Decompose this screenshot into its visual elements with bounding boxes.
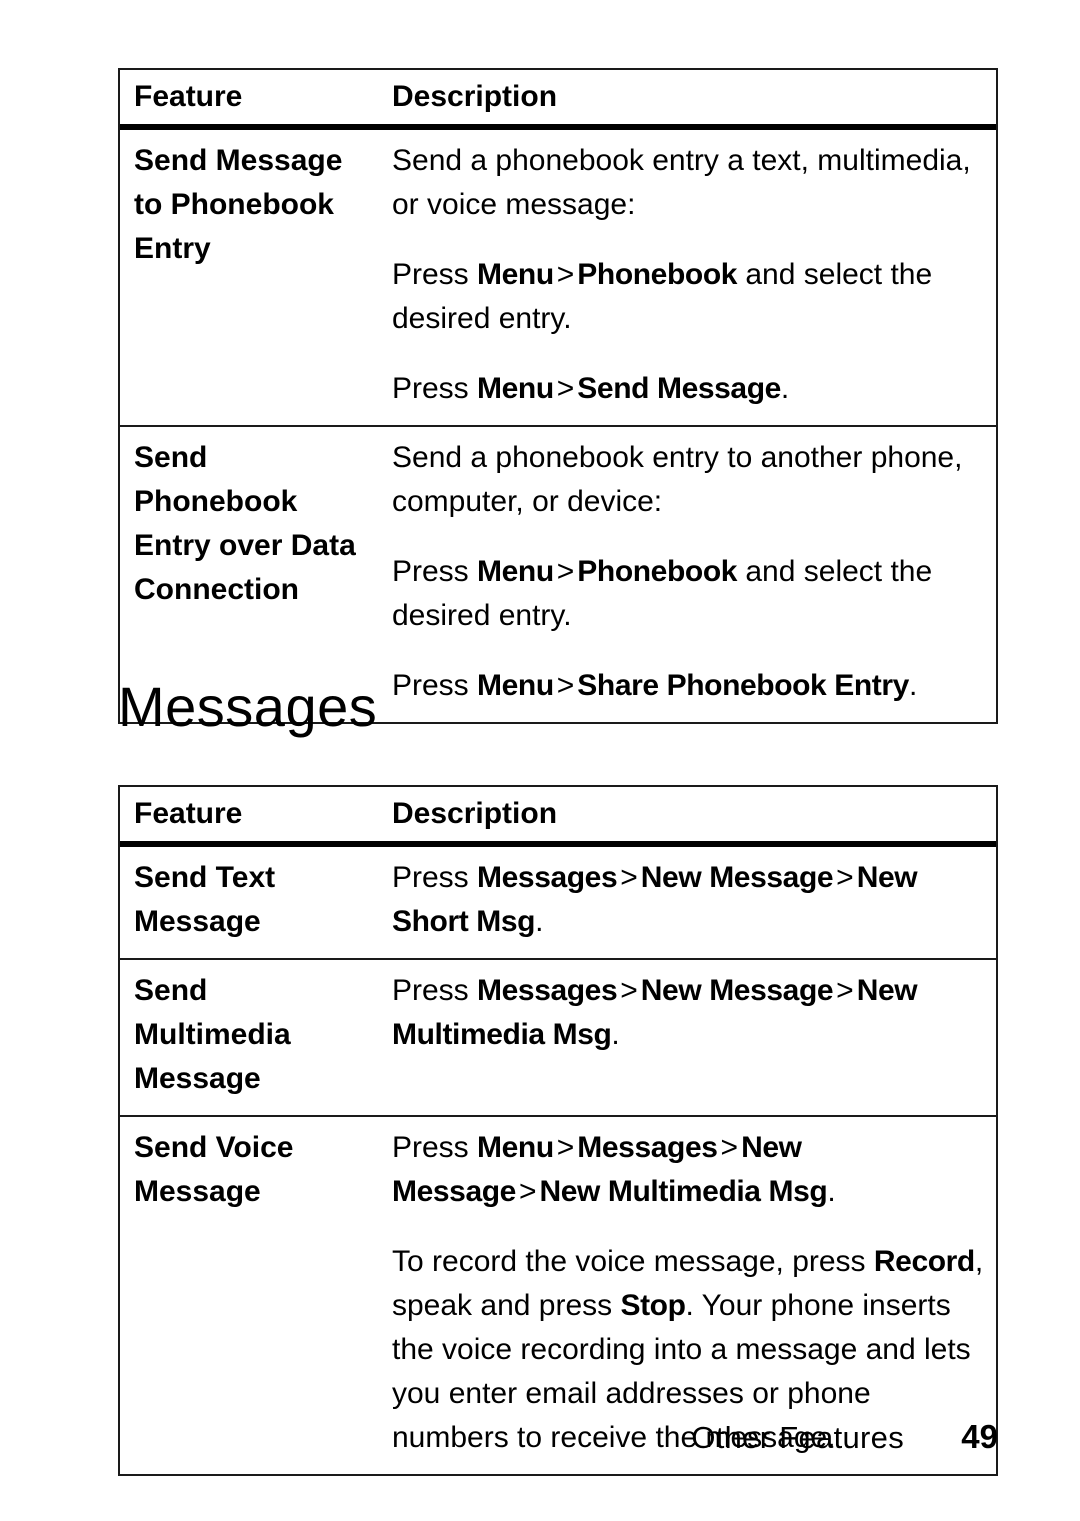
menu-path-token: New Message [640,861,834,894]
description-block: Send a phonebook entry to another phone,… [392,436,988,708]
description-text: Press [392,372,478,405]
section-heading-messages: Messages [118,675,378,738]
description-paragraph: Send a phonebook entry to another phone,… [392,436,988,524]
table-header-row: Feature Description [120,70,996,124]
document-page: Feature Description Send Message to Phoneb… [0,0,1080,1521]
menu-separator: > [556,1131,575,1164]
feature-cell: Send Message to Phonebook Entry [120,130,392,285]
menu-path-token: Menu [477,372,554,405]
menu-path-token: Messages [577,1131,718,1164]
column-header-description: Description [392,797,558,830]
description-paragraph: Send a phonebook entry a text, multimedi… [392,139,988,227]
feature-name: Send Multimedia Message [134,974,291,1095]
description-cell: Send a phonebook entry to another phone,… [392,427,996,722]
menu-path-token: New Message [640,974,834,1007]
column-header-feature: Feature [134,80,243,113]
menu-path-token: Messages [477,861,618,894]
menu-path-token: Stop [620,1289,686,1322]
description-paragraph: Press Menu > Phonebook and select the desi… [392,550,988,638]
phonebook-features-table: Feature Description Send Message to Phoneb… [118,68,998,724]
column-header-description-cell: Description [392,70,996,124]
description-text: To record the voice message, press [392,1245,874,1278]
menu-path-token: Record [873,1245,975,1278]
menu-path-token: Menu [477,669,554,702]
menu-path-token: Phonebook [577,555,738,588]
menu-separator: > [836,974,854,1007]
menu-path-token: Menu [477,1131,554,1164]
feature-name: Send Phonebook Entry over Data Connectio… [134,441,356,606]
column-header-feature-cell: Feature [120,70,392,124]
description-text: Send a phonebook entry a text, multimedi… [392,144,971,221]
feature-name: Send Message to Phonebook Entry [134,144,343,265]
menu-separator: > [620,861,638,894]
menu-path-token: Send Message [577,372,781,405]
column-header-feature: Feature [134,797,243,830]
description-text: . [611,1018,620,1051]
description-paragraph: Press Menu > Messages > New Message > New Mult… [392,1126,988,1214]
footer-page-number: 49 [961,1418,998,1455]
feature-cell: Send Multimedia Message [120,960,392,1115]
description-text: Press [392,861,478,894]
feature-name: Send Voice Message [134,1131,294,1208]
description-paragraph: Press Messages > New Message > New Multimedi… [392,969,988,1057]
description-text: Press [392,1131,478,1164]
description-text: Press [392,974,478,1007]
table-row: Send Text Message Press Messages > New Mess… [120,841,996,958]
feature-cell: Send Voice Message [120,1117,392,1228]
description-text: . [908,669,918,702]
menu-separator: > [620,974,638,1007]
description-text: . [780,372,790,405]
description-text: . [827,1175,836,1208]
description-paragraph: Press Menu > Share Phonebook Entry. [392,664,988,708]
menu-separator: > [720,1131,739,1164]
description-block: Send a phonebook entry a text, multimedi… [392,139,988,411]
menu-path-token: Menu [477,555,554,588]
description-block: Press Messages > New Message > New Short Msg… [392,856,988,944]
description-cell: Send a phonebook entry a text, multimedi… [392,130,996,425]
description-text: Press [392,669,478,702]
description-paragraph: Press Menu > Phonebook and select the desi… [392,253,988,341]
menu-path-token: Share Phonebook Entry [577,669,909,702]
description-block: Press Menu > Messages > New Message > New Mult… [392,1126,988,1460]
description-text: Press [392,555,478,588]
feature-cell: Send Text Message [120,847,392,958]
description-text: Send a phonebook entry to another phone,… [392,441,963,518]
column-header-description-cell: Description [392,787,996,841]
menu-separator: > [518,1175,537,1208]
menu-separator: > [556,258,575,291]
description-text: Press [392,258,478,291]
description-paragraph: Press Menu > Send Message. [392,367,988,411]
menu-path-token: Phonebook [577,258,738,291]
description-block: Press Messages > New Message > New Multimedi… [392,969,988,1057]
menu-separator: > [556,372,575,405]
menu-path-token: Messages [477,974,618,1007]
description-cell: Press Messages > New Message > New Multimedi… [392,960,996,1071]
menu-separator: > [556,669,575,702]
menu-path-token: New Multimedia Msg [539,1175,828,1208]
description-text: . [535,905,544,938]
menu-separator: > [836,861,854,894]
description-cell: Press Messages > New Message > New Short Msg… [392,847,996,958]
page-footer: Other Features 49 [118,1418,998,1456]
column-header-feature-cell: Feature [120,787,392,841]
menu-path-token: Menu [477,258,554,291]
footer-section-label: Other Features [691,1420,904,1455]
menu-separator: > [556,555,575,588]
table-row: Send Multimedia Message Press Messages > Ne… [120,958,996,1115]
table-header-row: Feature Description [120,787,996,841]
column-header-description: Description [392,80,558,113]
table-row: Send Message to Phonebook Entry Send a ph… [120,124,996,425]
description-paragraph: Press Messages > New Message > New Short Msg… [392,856,988,944]
feature-name: Send Text Message [134,861,276,938]
messages-features-table: Feature Description Send Text Message Press… [118,785,998,1476]
feature-cell: Send Phonebook Entry over Data Connectio… [120,427,392,626]
